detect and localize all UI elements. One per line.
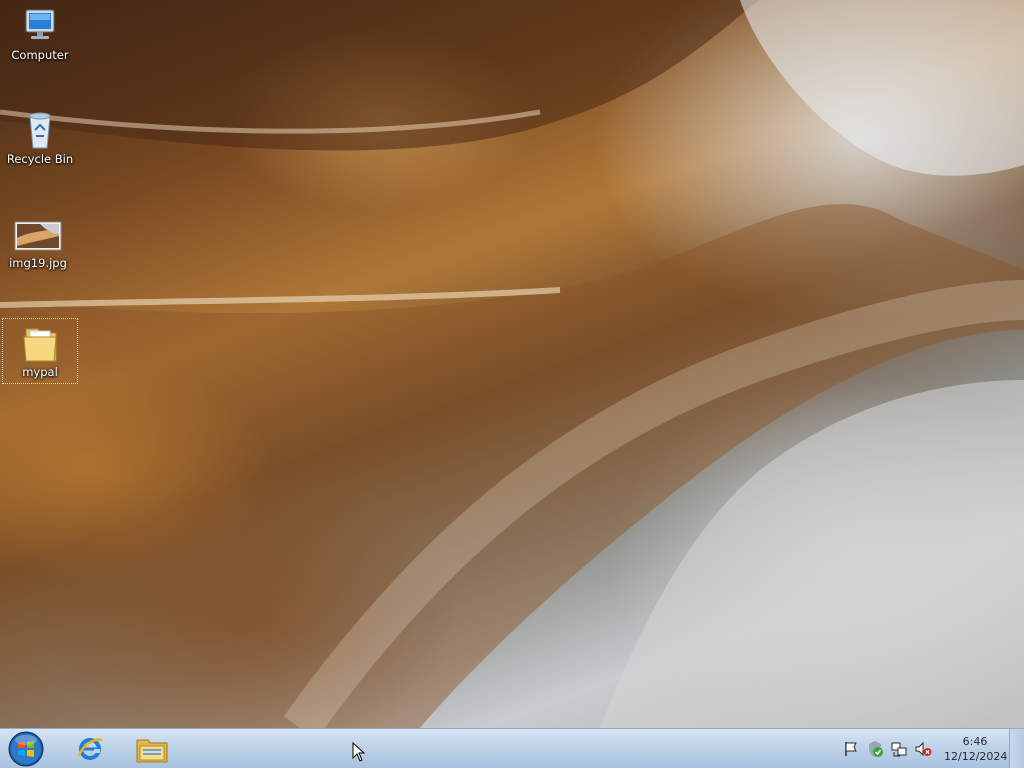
file-explorer-icon	[136, 739, 168, 762]
desktop-icon-label: mypal	[22, 365, 58, 379]
taskbar-app-internet-explorer[interactable]	[62, 730, 118, 767]
windows-start-orb-icon	[8, 731, 44, 767]
desktop[interactable]: Computer Recycle Bin img19.jpg mypal	[0, 0, 1024, 728]
show-desktop-button[interactable]	[1009, 729, 1024, 768]
recycle-bin-icon	[16, 110, 64, 150]
desktop-icon-recycle-bin[interactable]: Recycle Bin	[2, 106, 78, 172]
internet-explorer-icon	[77, 737, 103, 760]
mouse-cursor-icon	[352, 742, 366, 762]
taskbar-clock[interactable]: 6:46 12/12/2024	[944, 734, 1008, 764]
image-file-icon	[14, 214, 62, 254]
taskbar: 6:46 12/12/2024	[0, 728, 1024, 768]
volume-muted-icon[interactable]	[914, 740, 932, 758]
desktop-icon-mypal[interactable]: mypal	[2, 318, 78, 384]
clock-date: 12/12/2024	[944, 750, 1008, 763]
desktop-icon-label: Computer	[11, 48, 69, 62]
network-icon[interactable]	[890, 740, 908, 758]
security-shield-icon[interactable]	[866, 740, 884, 758]
desktop-icon-img19[interactable]: img19.jpg	[0, 210, 76, 276]
action-center-flag-icon[interactable]	[842, 740, 860, 758]
taskbar-app-windows-explorer[interactable]	[124, 730, 180, 767]
desktop-icon-label: img19.jpg	[9, 256, 67, 270]
desktop-icon-computer[interactable]: Computer	[2, 2, 78, 68]
start-button[interactable]	[4, 730, 48, 768]
folder-icon	[16, 323, 64, 363]
clock-time: 6:46	[962, 735, 988, 748]
computer-icon	[16, 6, 64, 46]
desktop-icon-label: Recycle Bin	[6, 152, 74, 166]
desktop-wallpaper	[0, 0, 1024, 728]
system-tray: 6:46 12/12/2024	[836, 729, 1008, 769]
